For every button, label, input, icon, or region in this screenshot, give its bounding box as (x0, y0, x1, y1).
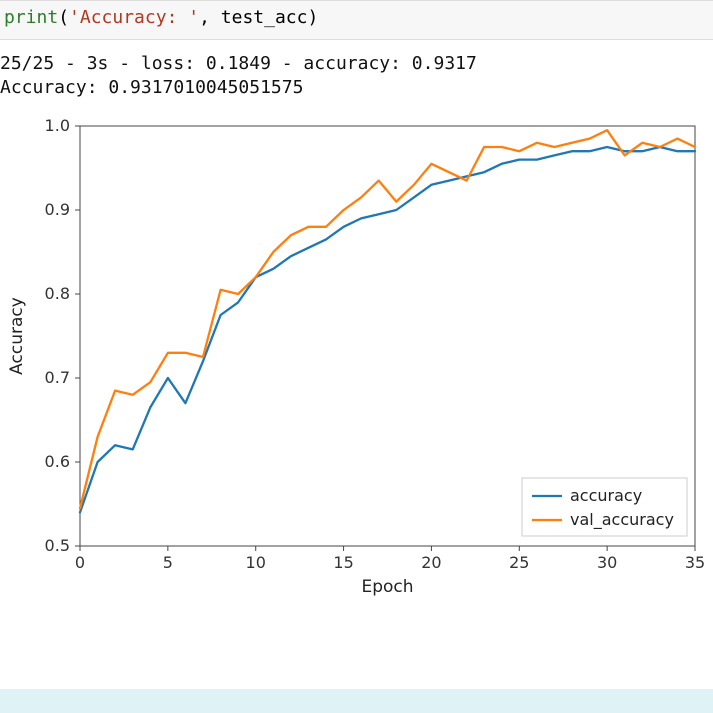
svg-text:0.7: 0.7 (45, 368, 70, 387)
output-line: 25/25 - 3s - loss: 0.1849 - accuracy: 0.… (0, 52, 709, 76)
output-line: Accuracy: 0.9317010045051575 (0, 76, 709, 100)
svg-text:30: 30 (597, 553, 617, 572)
svg-text:0.5: 0.5 (45, 536, 70, 555)
svg-text:20: 20 (421, 553, 441, 572)
svg-text:5: 5 (163, 553, 173, 572)
svg-text:0.6: 0.6 (45, 452, 70, 471)
svg-text:val_accuracy: val_accuracy (570, 510, 674, 530)
svg-text:35: 35 (685, 553, 705, 572)
svg-text:15: 15 (333, 553, 353, 572)
code-line: print('Accuracy: ', test_acc) (4, 7, 318, 28)
svg-text:Epoch: Epoch (361, 577, 413, 597)
svg-text:25: 25 (509, 553, 529, 572)
svg-text:accuracy: accuracy (570, 486, 642, 505)
svg-text:10: 10 (246, 553, 266, 572)
footer-band (0, 689, 713, 713)
accuracy-chart: 0 5 10 15 20 25 30 35 0.5 0.6 0.7 0.8 0.9 1.0 Epoch Acc… (0, 106, 706, 606)
code-cell: print('Accuracy: ', test_acc) (0, 0, 713, 40)
svg-text:0.8: 0.8 (45, 284, 70, 303)
svg-text:1.0: 1.0 (45, 116, 70, 135)
output-cell: 25/25 - 3s - loss: 0.1849 - accuracy: 0.… (0, 40, 713, 101)
training-plot: 0 5 10 15 20 25 30 35 0.5 0.6 0.7 0.8 0.9 1.0 Epoch Acc… (0, 106, 706, 606)
svg-text:0.9: 0.9 (45, 200, 70, 219)
svg-text:0: 0 (75, 553, 85, 572)
code-fn: print (4, 7, 58, 28)
svg-text:Accuracy: Accuracy (7, 297, 27, 375)
